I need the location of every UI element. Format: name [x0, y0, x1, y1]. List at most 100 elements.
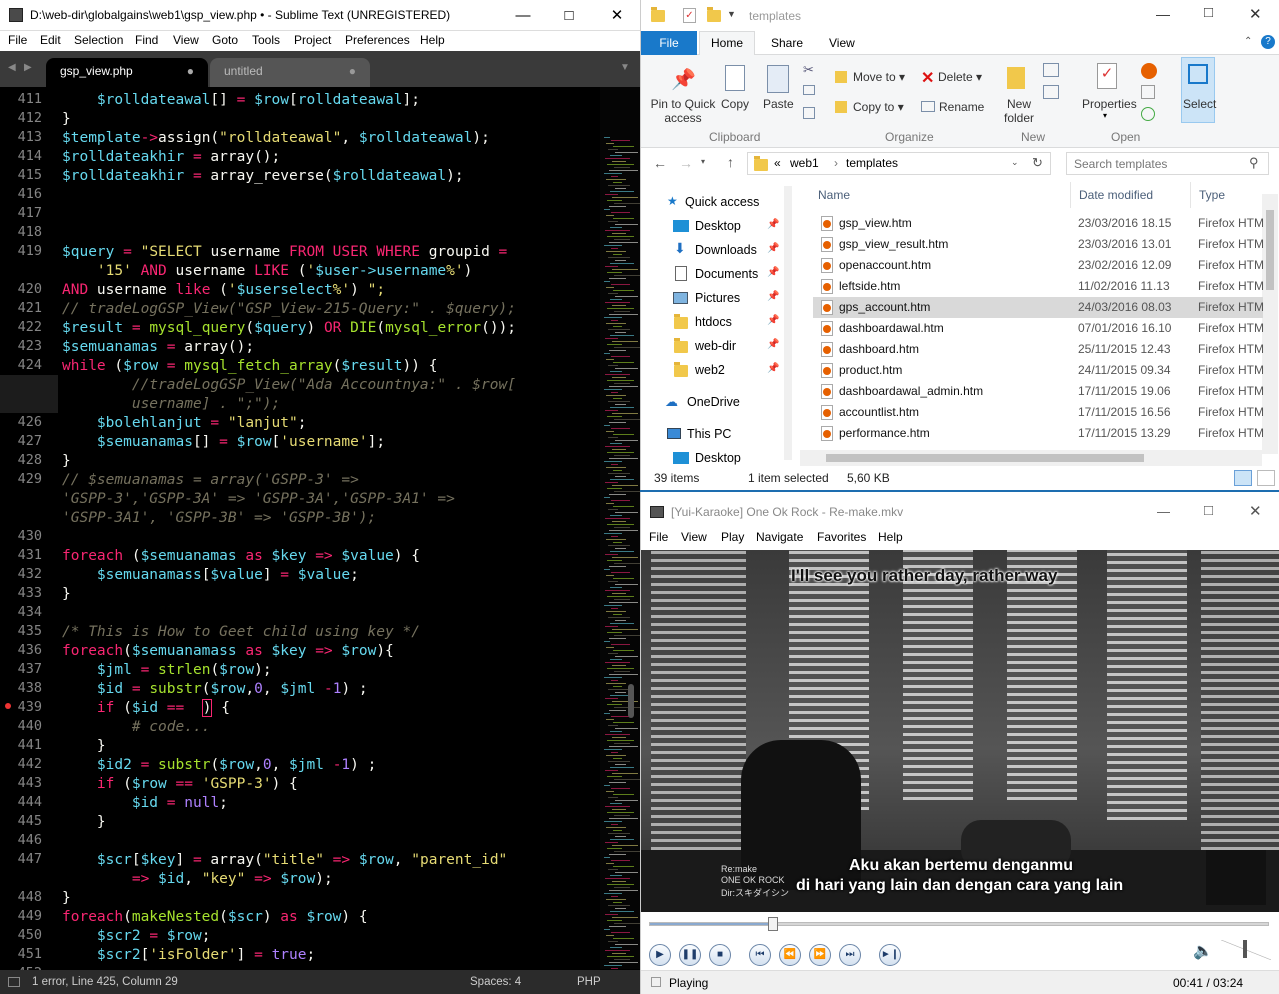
maximize-button[interactable]: □	[546, 0, 592, 31]
close-button[interactable]: ✕	[594, 0, 640, 31]
tab-file[interactable]: File	[641, 31, 697, 55]
menu-selection[interactable]: Selection	[74, 33, 123, 47]
breadcrumb-overflow[interactable]: «	[774, 156, 781, 170]
menu-view[interactable]: View	[173, 33, 199, 47]
menu-favorites[interactable]: Favorites	[817, 530, 866, 544]
paste-button[interactable]: Paste	[763, 97, 794, 111]
firefox-icon[interactable]	[1141, 63, 1157, 79]
nav-desktop[interactable]: Desktop	[695, 219, 741, 233]
menu-help[interactable]: Help	[420, 33, 445, 47]
nav-documents[interactable]: Documents	[695, 267, 758, 281]
menu-edit[interactable]: Edit	[40, 33, 61, 47]
menu-file[interactable]: File	[8, 33, 27, 47]
address-bar[interactable]: « web1 › templates ⌄ ↻	[747, 152, 1051, 175]
tab-dropdown-icon[interactable]: ▼	[620, 62, 630, 73]
tab-dirty-icon[interactable]: ●	[349, 64, 356, 78]
frame-step-button[interactable]: ►❙	[879, 944, 901, 966]
forward-icon[interactable]: →	[679, 155, 693, 171]
back-icon[interactable]: ←	[653, 155, 667, 171]
recent-icon[interactable]: ▾	[701, 157, 705, 166]
search-box[interactable]: Search templates ⚲	[1066, 152, 1269, 175]
paste-shortcut-icon[interactable]	[803, 107, 815, 119]
minimap[interactable]	[600, 87, 640, 993]
file-row[interactable]: gsp_view_result.htm 23/03/2016 13.01 Firef…	[813, 234, 1264, 255]
tab-prev-icon[interactable]: ◀	[8, 62, 16, 73]
play-button[interactable]: ▶	[649, 944, 671, 966]
tab-untitled[interactable]: untitled ●	[210, 58, 370, 87]
refresh-icon[interactable]: ↻	[1032, 155, 1043, 171]
previous-button[interactable]: ⏮	[749, 944, 771, 966]
fast-forward-button[interactable]: ⏩	[809, 944, 831, 966]
nav-pictures[interactable]: Pictures	[695, 291, 740, 305]
volume-thumb[interactable]	[1243, 940, 1247, 958]
nav-scrollbar[interactable]	[784, 186, 792, 460]
maximize-button[interactable]: □	[1204, 502, 1213, 519]
stop-button[interactable]: ■	[709, 944, 731, 966]
file-row[interactable]: leftside.htm 11/02/2016 11.13 Firefox HTM	[813, 276, 1264, 297]
search-input[interactable]: Search templates	[1074, 157, 1167, 171]
status-syntax[interactable]: PHP	[577, 976, 601, 988]
file-row[interactable]: openaccount.htm 23/02/2016 12.09 Firefox H…	[813, 255, 1264, 276]
tab-home[interactable]: Home	[699, 31, 755, 56]
large-icons-view-icon[interactable]	[1257, 470, 1275, 486]
seek-thumb[interactable]	[768, 917, 778, 931]
file-row[interactable]: dashboard.htm 25/11/2015 12.43 Firefox HTM	[813, 339, 1264, 360]
delete-button[interactable]: Delete ▾	[938, 70, 982, 84]
rename-button[interactable]: Rename	[939, 100, 984, 114]
vertical-scrollbar[interactable]	[628, 684, 634, 718]
menu-project[interactable]: Project	[294, 33, 331, 47]
volume-slider[interactable]	[1221, 940, 1271, 960]
tab-dirty-icon[interactable]: ●	[187, 64, 194, 78]
menu-help[interactable]: Help	[878, 530, 903, 544]
menu-tools[interactable]: Tools	[252, 33, 280, 47]
properties-dropdown-icon[interactable]: ▾	[1103, 111, 1107, 120]
seek-bar[interactable]	[649, 922, 1269, 926]
file-row[interactable]: gsp_view.htm 23/03/2016 18.15 Firefox HTM	[813, 213, 1264, 234]
column-type[interactable]: Type	[1199, 188, 1225, 202]
column-date[interactable]: Date modified	[1079, 188, 1153, 202]
volume-icon[interactable]: 🔈	[1193, 941, 1213, 961]
collapse-ribbon-icon[interactable]: ⌃	[1244, 36, 1252, 47]
copy-path-icon[interactable]	[803, 85, 815, 95]
close-button[interactable]: ✕	[1249, 502, 1262, 520]
nav-this-pc[interactable]: This PC	[687, 427, 731, 441]
breadcrumb-item[interactable]: web1	[790, 156, 819, 170]
tab-share[interactable]: Share	[771, 36, 803, 50]
easy-access-icon[interactable]	[1043, 85, 1059, 99]
tab-gsp-view[interactable]: gsp_view.php ●	[46, 58, 208, 87]
rewind-button[interactable]: ⏪	[779, 944, 801, 966]
tab-next-icon[interactable]: ▶	[24, 62, 32, 73]
nav-web2[interactable]: web2	[695, 363, 725, 377]
nav-onedrive[interactable]: OneDrive	[687, 395, 740, 409]
customize-chevron-icon[interactable]: ▼	[727, 9, 736, 19]
help-icon[interactable]: ?	[1261, 35, 1275, 49]
properties-button[interactable]: Properties	[1082, 97, 1137, 111]
close-button[interactable]: ✕	[1249, 5, 1262, 23]
file-row[interactable]: performance.htm 17/11/2015 13.29 Firefox H…	[813, 423, 1264, 444]
status-indentation[interactable]: Spaces: 4	[470, 976, 521, 988]
nav-quick-access[interactable]: Quick access	[685, 195, 759, 209]
scroll-thumb[interactable]	[826, 454, 1144, 462]
new-folder-button[interactable]: New folder	[1001, 97, 1037, 125]
file-row[interactable]: product.htm 24/11/2015 09.34 Firefox HTM	[813, 360, 1264, 381]
nav-downloads[interactable]: Downloads	[695, 243, 757, 257]
properties-quick-icon[interactable]: ✓	[683, 8, 696, 23]
menu-play[interactable]: Play	[721, 530, 744, 544]
file-row-selected[interactable]: gps_account.htm 24/03/2016 08.03 Firefox H…	[813, 297, 1264, 318]
menu-find[interactable]: Find	[135, 33, 158, 47]
nav-web-dir[interactable]: web-dir	[695, 339, 736, 353]
nav-desktop-pc[interactable]: Desktop	[695, 451, 741, 465]
details-view-icon[interactable]	[1234, 470, 1252, 486]
scroll-thumb[interactable]	[1266, 210, 1274, 290]
code-editor[interactable]: $rolldateawal[] = $row[rolldateawal]; } …	[62, 87, 602, 969]
breadcrumb-item[interactable]: templates	[846, 156, 898, 170]
select-button[interactable]	[1181, 57, 1215, 123]
history-icon[interactable]	[1141, 107, 1155, 121]
file-row[interactable]: dashboardawal_admin.htm 17/11/2015 19.06 F…	[813, 381, 1264, 402]
file-scrollbar[interactable]	[1262, 194, 1278, 454]
copy-to-button[interactable]: Copy to ▾	[853, 100, 904, 114]
minimize-button[interactable]: —	[1156, 6, 1170, 22]
nav-htdocs[interactable]: htdocs	[695, 315, 732, 329]
new-item-icon[interactable]	[1043, 63, 1059, 77]
file-row[interactable]: accountlist.htm 17/11/2015 16.56 Firefox H…	[813, 402, 1264, 423]
